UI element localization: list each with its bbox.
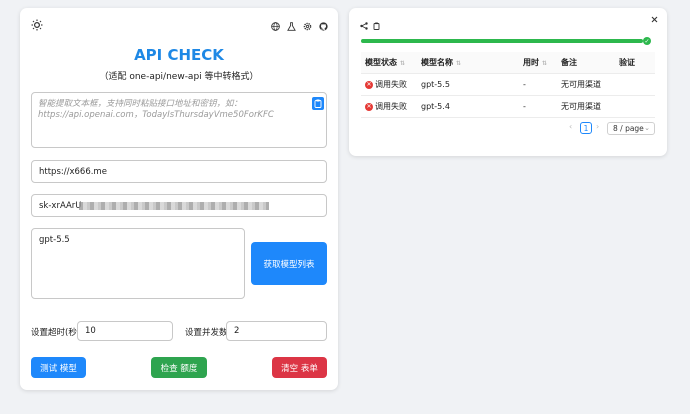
sort-icon[interactable]: ⇅ [542, 60, 547, 67]
check-quota-button[interactable]: 检查 额度 [151, 357, 207, 378]
smart-paste-textarea[interactable]: 智能提取文本框，支持同时粘贴接口地址和密钥，如：https://api.open… [31, 92, 327, 148]
current-page-button[interactable]: 1 [580, 122, 592, 134]
timeout-value: 10 [85, 326, 96, 336]
gear-icon[interactable] [302, 21, 312, 31]
api-key-value: sk-xrAArU [39, 200, 82, 211]
api-key-redacted-mask [79, 202, 269, 210]
table-row: ✕ 调用失败 gpt-5.4 - 无可用渠道 [361, 95, 655, 118]
paste-icon[interactable] [312, 97, 324, 110]
model-cell: gpt-5.5 [417, 73, 519, 96]
column-header-status[interactable]: 模型状态 ⇅ [361, 52, 417, 74]
results-table-header: 模型状态 ⇅ 模型名称 ⇅ 用时 ⇅ 备注 验证 [361, 52, 655, 74]
sort-icon[interactable]: ⇅ [400, 60, 405, 67]
close-icon[interactable] [650, 15, 659, 24]
next-page-icon[interactable]: › [596, 122, 599, 131]
page-subtitle: （适配 one-api/new-api 等中转格式） [99, 72, 259, 82]
verify-cell [615, 73, 655, 96]
api-url-value: https://x666.me [39, 166, 107, 177]
note-cell: 无可用渠道 [557, 73, 615, 96]
clear-form-button[interactable]: 清空 表单 [272, 357, 327, 378]
models-value: gpt-5.5 [39, 235, 70, 245]
github-icon[interactable] [318, 21, 328, 31]
sort-icon[interactable]: ⇅ [456, 60, 461, 67]
note-cell: 无可用渠道 [557, 95, 615, 118]
model-cell: gpt-5.4 [417, 95, 519, 118]
fetch-models-button[interactable]: 获取模型列表 [251, 242, 327, 285]
timeout-label: 设置超时(秒): [31, 328, 83, 338]
models-textarea[interactable]: gpt-5.5 [31, 228, 245, 299]
column-header-note: 备注 [557, 52, 615, 74]
prev-page-icon[interactable]: ‹ [569, 122, 572, 131]
smart-paste-placeholder: 智能提取文本框，支持同时粘贴接口地址和密钥，如：https://api.open… [38, 99, 274, 120]
verify-cell [615, 95, 655, 118]
results-card: ✓ 模型状态 ⇅ 模型名称 ⇅ 用时 ⇅ 备注 验证 ✕ 调用失败 gpt-5.5 - … [349, 8, 667, 156]
sun-icon[interactable] [31, 19, 43, 31]
error-icon: ✕ [365, 80, 373, 89]
page-size-select[interactable]: 8 / page ⌄ [607, 122, 655, 135]
share-icon[interactable] [359, 21, 368, 30]
globe-icon[interactable] [270, 21, 280, 31]
progress-bar-fill [361, 39, 643, 43]
results-table: 模型状态 ⇅ 模型名称 ⇅ 用时 ⇅ 备注 验证 ✕ 调用失败 gpt-5.5 - 无可… [361, 52, 655, 118]
flask-icon[interactable] [286, 21, 296, 31]
page-title: API CHECK [134, 46, 224, 64]
column-header-time[interactable]: 用时 ⇅ [519, 52, 557, 74]
timeout-input[interactable]: 10 [77, 321, 173, 341]
error-icon: ✕ [365, 102, 373, 111]
status-cell: ✕ 调用失败 [361, 95, 417, 118]
column-header-verify: 验证 [615, 52, 655, 74]
copy-icon[interactable] [372, 21, 381, 30]
table-row: ✕ 调用失败 gpt-5.5 - 无可用渠道 [361, 73, 655, 96]
page-size-value: 8 / page [613, 124, 644, 133]
progress-bar [361, 39, 643, 43]
api-url-input[interactable]: https://x666.me [31, 160, 327, 183]
concurrency-input[interactable]: 2 [226, 321, 327, 341]
test-model-button[interactable]: 测试 模型 [31, 357, 86, 378]
progress-complete-icon: ✓ [643, 37, 651, 45]
time-cell: - [519, 73, 557, 96]
concurrency-label: 设置并发数: [185, 328, 231, 338]
time-cell: - [519, 95, 557, 118]
api-check-form-card: API CHECK （适配 one-api/new-api 等中转格式） 智能提… [20, 8, 338, 390]
concurrency-value: 2 [234, 326, 240, 336]
chevron-down-icon: ⌄ [644, 124, 650, 132]
status-cell: ✕ 调用失败 [361, 73, 417, 96]
column-header-model[interactable]: 模型名称 ⇅ [417, 52, 519, 74]
